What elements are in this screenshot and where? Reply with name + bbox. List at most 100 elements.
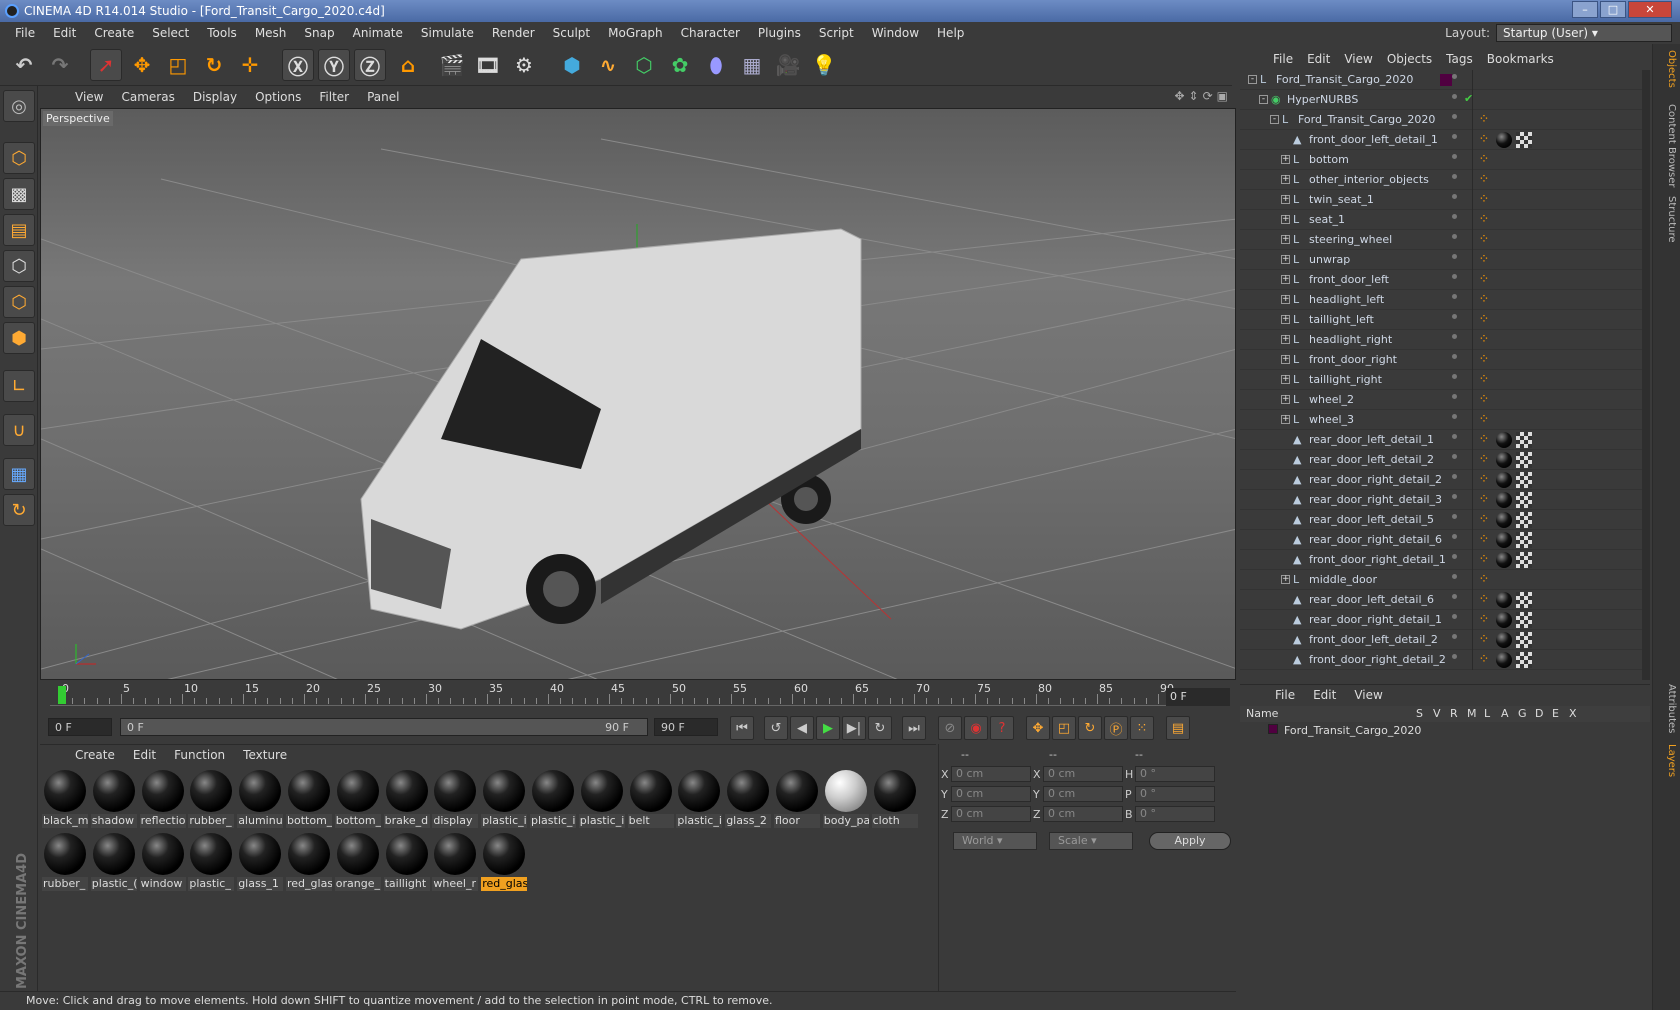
phong-tag-icon[interactable]: ⁘ <box>1476 552 1492 568</box>
object-row[interactable]: ▲ rear_door_right_detail_1 ⁘ <box>1240 610 1642 630</box>
visibility-dots-icon[interactable] <box>1452 234 1460 246</box>
texture-tag-icon[interactable] <box>1516 552 1532 568</box>
z-axis-icon[interactable]: Ⓩ <box>354 49 386 81</box>
planar-workplane-icon[interactable]: ↻ <box>3 494 35 526</box>
texture-tag-icon[interactable] <box>1516 592 1532 608</box>
object-name[interactable]: headlight_left <box>1309 293 1384 306</box>
timeline-window-icon[interactable]: ▤ <box>1166 716 1190 740</box>
material-swatch[interactable]: reflectio <box>139 768 186 828</box>
object-row[interactable]: ▲ rear_door_right_detail_3 ⁘ <box>1240 490 1642 510</box>
object-row[interactable]: - L Ford_Transit_Cargo_2020 <box>1240 70 1642 90</box>
object-row[interactable]: + Lbottom ⁘ <box>1240 150 1642 170</box>
object-name[interactable]: rear_door_left_detail_5 <box>1309 513 1434 526</box>
rotate-icon[interactable]: ↻ <box>198 49 230 81</box>
expand-toggle-icon[interactable]: + <box>1281 275 1290 284</box>
key-scale-icon[interactable]: ◰ <box>1052 716 1076 740</box>
object-row[interactable]: + Lfront_door_left ⁘ <box>1240 270 1642 290</box>
expand-toggle-icon[interactable]: + <box>1281 375 1290 384</box>
size-z-field[interactable]: 0 cm <box>1043 806 1123 822</box>
texture-tag-icon[interactable] <box>1516 652 1532 668</box>
floor-icon[interactable]: ▦ <box>736 49 768 81</box>
material-swatch[interactable]: brake_d <box>383 768 430 828</box>
object-name[interactable]: rear_door_right_detail_1 <box>1309 613 1442 626</box>
previous-frame-icon[interactable]: ◀ <box>790 716 814 740</box>
phong-tag-icon[interactable]: ⁘ <box>1476 372 1492 388</box>
material-swatch[interactable]: belt <box>627 768 674 828</box>
visibility-dots-icon[interactable] <box>1452 574 1460 586</box>
rotation-b-field[interactable]: 0 ° <box>1135 806 1215 822</box>
viewport-menu-options[interactable]: Options <box>246 90 310 104</box>
phong-tag-icon[interactable]: ⁘ <box>1476 572 1492 588</box>
material-tag-icon[interactable] <box>1496 612 1512 628</box>
viewport-maximize-icon[interactable]: ▣ <box>1217 89 1228 103</box>
close-button[interactable]: ✕ <box>1628 1 1672 18</box>
menu-sculpt[interactable]: Sculpt <box>544 26 599 40</box>
object-row[interactable]: + Lseat_1 ⁘ <box>1240 210 1642 230</box>
object-row[interactable]: + Lother_interior_objects ⁘ <box>1240 170 1642 190</box>
material-swatch[interactable]: plastic_i <box>530 768 576 828</box>
phong-tag-icon[interactable]: ⁘ <box>1476 332 1492 348</box>
material-swatch[interactable]: black_m <box>42 768 88 828</box>
phong-tag-icon[interactable]: ⁘ <box>1476 652 1492 668</box>
material-swatch[interactable]: window <box>139 831 186 891</box>
object-name[interactable]: other_interior_objects <box>1309 173 1429 186</box>
next-frame-icon[interactable]: ▶| <box>842 716 866 740</box>
expand-toggle-icon[interactable]: - <box>1270 115 1279 124</box>
object-name[interactable]: unwrap <box>1309 253 1350 266</box>
frame-range-slider[interactable]: 0 F 90 F <box>120 718 648 736</box>
visibility-dots-icon[interactable] <box>1452 134 1460 146</box>
object-name[interactable]: rear_door_right_detail_2 <box>1309 473 1442 486</box>
visibility-dots-icon[interactable] <box>1452 314 1460 326</box>
phong-tag-icon[interactable]: ⁘ <box>1476 152 1492 168</box>
viewport-move-icon[interactable]: ✥ <box>1174 89 1184 103</box>
key-pla-icon[interactable]: ⁙ <box>1130 716 1154 740</box>
layers-menu-file[interactable]: File <box>1266 688 1304 702</box>
texture-tag-icon[interactable] <box>1516 492 1532 508</box>
object-row[interactable]: + Lwheel_3 ⁘ <box>1240 410 1642 430</box>
tab-content-browser[interactable]: Content Browser <box>1657 104 1677 187</box>
menu-render[interactable]: Render <box>483 26 544 40</box>
material-swatch[interactable]: aluminu <box>237 768 284 828</box>
object-name[interactable]: rear_door_left_detail_6 <box>1309 593 1434 606</box>
object-name[interactable]: Ford_Transit_Cargo_2020 <box>1298 113 1435 126</box>
visibility-dots-icon[interactable] <box>1452 74 1460 86</box>
menu-animate[interactable]: Animate <box>344 26 412 40</box>
visibility-dots-icon[interactable] <box>1452 514 1460 526</box>
object-name[interactable]: front_door_right_detail_2 <box>1309 653 1446 666</box>
visibility-dots-icon[interactable] <box>1452 114 1460 126</box>
phong-tag-icon[interactable]: ⁘ <box>1476 172 1492 188</box>
visibility-dots-icon[interactable] <box>1452 634 1460 646</box>
phong-tag-icon[interactable]: ⁘ <box>1476 132 1492 148</box>
viewport-menu-filter[interactable]: Filter <box>310 90 358 104</box>
next-keyframe-icon[interactable]: ↻ <box>868 716 892 740</box>
material-swatch[interactable]: cloth <box>871 768 918 828</box>
go-to-start-icon[interactable]: ⏮ <box>730 716 754 740</box>
material-tag-icon[interactable] <box>1496 512 1512 528</box>
objects-menu-tags[interactable]: Tags <box>1439 52 1480 66</box>
object-row[interactable]: + Lheadlight_right ⁘ <box>1240 330 1642 350</box>
layer-column-m[interactable]: M <box>1467 707 1477 720</box>
object-name[interactable]: front_door_left <box>1309 273 1389 286</box>
expand-toggle-icon[interactable]: + <box>1281 355 1290 364</box>
phong-tag-icon[interactable]: ⁘ <box>1476 112 1492 128</box>
material-swatch[interactable]: shadow <box>90 768 137 828</box>
material-menu-function[interactable]: Function <box>165 748 234 762</box>
cube-object-icon[interactable]: ⬢ <box>556 49 588 81</box>
layer-column-s[interactable]: S <box>1416 707 1423 720</box>
visibility-dots-icon[interactable] <box>1452 434 1460 446</box>
ford-transit-van-model[interactable] <box>360 228 862 630</box>
layer-column-l[interactable]: L <box>1484 707 1490 720</box>
material-menu-texture[interactable]: Texture <box>234 748 296 762</box>
object-row[interactable]: + Lfront_door_right ⁘ <box>1240 350 1642 370</box>
expand-toggle-icon[interactable]: + <box>1281 235 1290 244</box>
light-icon[interactable]: 💡 <box>808 49 840 81</box>
objects-menu-file[interactable]: File <box>1266 52 1300 66</box>
snap-magnet-icon[interactable]: ∪ <box>3 414 35 446</box>
current-frame-field[interactable]: 0 F <box>1166 688 1230 706</box>
material-swatch[interactable]: taillight <box>383 831 430 891</box>
spline-icon[interactable]: ∿ <box>592 49 624 81</box>
material-tag-icon[interactable] <box>1496 452 1512 468</box>
go-to-end-icon[interactable]: ⏭ <box>902 716 926 740</box>
texture-mode-icon[interactable]: ▩ <box>3 178 35 210</box>
recent-tool-icon[interactable]: ✛ <box>234 49 266 81</box>
